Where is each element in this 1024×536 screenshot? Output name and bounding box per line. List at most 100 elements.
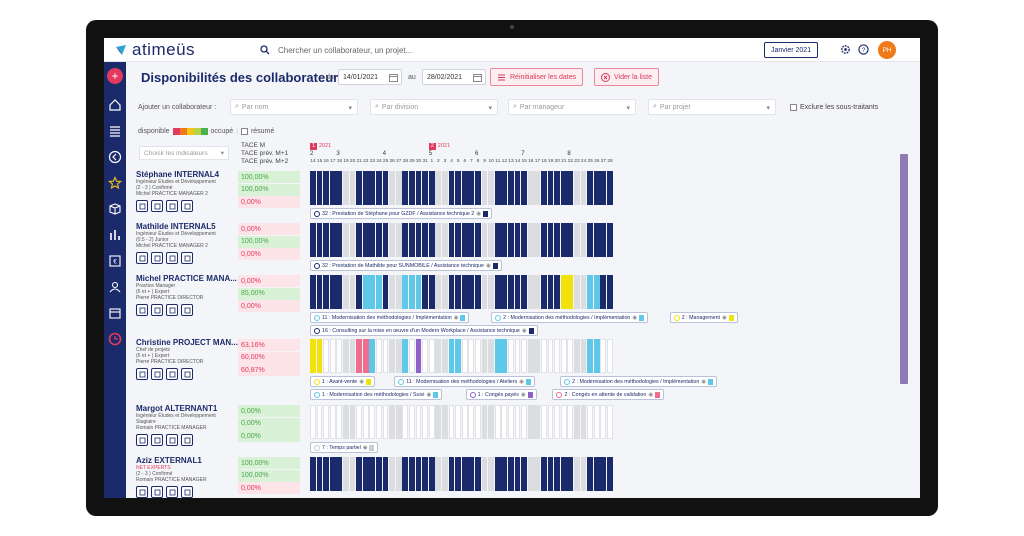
availability-cell[interactable] xyxy=(415,171,422,205)
availability-cell[interactable] xyxy=(382,339,389,373)
availability-cell[interactable] xyxy=(369,171,376,205)
availability-cell[interactable] xyxy=(409,171,415,205)
sheet-icon[interactable] xyxy=(181,434,193,446)
sheet-icon[interactable] xyxy=(181,486,193,498)
availability-cell[interactable] xyxy=(415,223,422,257)
availability-cell[interactable] xyxy=(455,457,461,491)
assignment-tag[interactable]: 16 : Consulting sur la mise en œuvre d'u… xyxy=(310,325,538,336)
assignment-tag[interactable]: 32 : Prestation de Mathilde pour SUNMOBI… xyxy=(310,260,502,271)
availability-cell[interactable] xyxy=(534,339,541,373)
availability-cell[interactable] xyxy=(323,405,329,439)
availability-cell[interactable] xyxy=(541,405,547,439)
availability-cell[interactable] xyxy=(356,275,362,309)
availability-cell[interactable] xyxy=(514,457,521,491)
assignment-tag[interactable]: 1 : Avant-vente ◉ xyxy=(310,376,375,387)
availability-icon[interactable] xyxy=(108,332,122,346)
availability-cell[interactable] xyxy=(481,405,488,439)
availability-cell[interactable] xyxy=(362,223,369,257)
settings-gear-icon[interactable] xyxy=(840,44,851,55)
refresh-icon[interactable] xyxy=(151,368,163,380)
availability-cell[interactable] xyxy=(336,457,343,491)
availability-cell[interactable] xyxy=(600,457,607,491)
availability-cell[interactable] xyxy=(508,275,514,309)
availability-cell[interactable] xyxy=(574,457,580,491)
availability-cell[interactable] xyxy=(488,171,494,205)
availability-cell[interactable] xyxy=(323,171,329,205)
availability-cell[interactable] xyxy=(336,223,343,257)
availability-cell[interactable] xyxy=(362,275,369,309)
availability-cell[interactable] xyxy=(389,339,395,373)
availability-cell[interactable] xyxy=(442,405,448,439)
availability-cell[interactable] xyxy=(402,405,409,439)
eye-icon[interactable]: ◉ xyxy=(648,392,653,398)
availability-cell[interactable] xyxy=(349,405,356,439)
calendar-icon[interactable] xyxy=(389,73,398,82)
availability-cell[interactable] xyxy=(587,405,593,439)
availability-cell[interactable] xyxy=(567,275,574,309)
availability-cell[interactable] xyxy=(501,275,508,309)
availability-cell[interactable] xyxy=(580,339,587,373)
availability-cell[interactable] xyxy=(316,223,323,257)
availability-cell[interactable] xyxy=(310,457,316,491)
availability-cell[interactable] xyxy=(494,405,501,439)
availability-cell[interactable] xyxy=(310,339,316,373)
availability-cell[interactable] xyxy=(567,457,574,491)
availability-cell[interactable] xyxy=(442,339,448,373)
exclude-subcontractors-toggle[interactable]: Exclure les sous-traitants xyxy=(790,104,878,111)
calendar-icon[interactable] xyxy=(473,73,482,82)
availability-cell[interactable] xyxy=(593,171,600,205)
availability-cell[interactable] xyxy=(547,171,554,205)
eye-icon[interactable]: ◉ xyxy=(454,315,459,321)
eye-icon[interactable]: ◉ xyxy=(476,211,481,217)
availability-cell[interactable] xyxy=(349,171,356,205)
trash-icon[interactable] xyxy=(136,200,148,212)
availability-cell[interactable] xyxy=(461,275,468,309)
availability-cell[interactable] xyxy=(310,275,316,309)
availability-cell[interactable] xyxy=(508,223,514,257)
availability-cell[interactable] xyxy=(415,457,422,491)
availability-cell[interactable] xyxy=(468,275,475,309)
availability-cell[interactable] xyxy=(527,275,534,309)
availability-cell[interactable] xyxy=(534,457,541,491)
eye-icon[interactable]: ◉ xyxy=(519,379,524,385)
availability-cell[interactable] xyxy=(560,223,567,257)
reset-dates-button[interactable]: Réinitialiser les dates xyxy=(490,68,584,86)
availability-cell[interactable] xyxy=(415,405,422,439)
global-search[interactable]: Chercher un collaborateur, un projet... xyxy=(260,43,520,57)
availability-cell[interactable] xyxy=(488,223,494,257)
eye-icon[interactable]: ◉ xyxy=(359,379,364,385)
availability-cell[interactable] xyxy=(389,405,395,439)
availability-cell[interactable] xyxy=(508,339,514,373)
availability-cell[interactable] xyxy=(461,223,468,257)
availability-cell[interactable] xyxy=(369,275,376,309)
availability-cell[interactable] xyxy=(376,457,382,491)
availability-cell[interactable] xyxy=(560,457,567,491)
availability-cell[interactable] xyxy=(395,457,402,491)
availability-cell[interactable] xyxy=(382,275,389,309)
availability-cell[interactable] xyxy=(389,275,395,309)
availability-cell[interactable] xyxy=(448,275,455,309)
star-icon[interactable] xyxy=(108,176,122,190)
availability-cell[interactable] xyxy=(402,275,409,309)
eye-icon[interactable]: ◉ xyxy=(363,445,368,451)
availability-cell[interactable] xyxy=(527,171,534,205)
availability-cell[interactable] xyxy=(567,405,574,439)
availability-cell[interactable] xyxy=(435,275,442,309)
availability-cell[interactable] xyxy=(316,275,323,309)
availability-cell[interactable] xyxy=(369,457,376,491)
availability-cell[interactable] xyxy=(382,405,389,439)
availability-cell[interactable] xyxy=(455,275,461,309)
availability-cell[interactable] xyxy=(541,457,547,491)
availability-cell[interactable] xyxy=(435,457,442,491)
target-icon[interactable] xyxy=(166,368,178,380)
availability-cell[interactable] xyxy=(574,275,580,309)
target-icon[interactable] xyxy=(166,304,178,316)
availability-cell[interactable] xyxy=(527,223,534,257)
availability-cell[interactable] xyxy=(428,405,435,439)
availability-cell[interactable] xyxy=(560,171,567,205)
availability-cell[interactable] xyxy=(461,171,468,205)
availability-cell[interactable] xyxy=(468,223,475,257)
availability-cell[interactable] xyxy=(527,339,534,373)
refresh-icon[interactable] xyxy=(151,252,163,264)
availability-cell[interactable] xyxy=(323,275,329,309)
